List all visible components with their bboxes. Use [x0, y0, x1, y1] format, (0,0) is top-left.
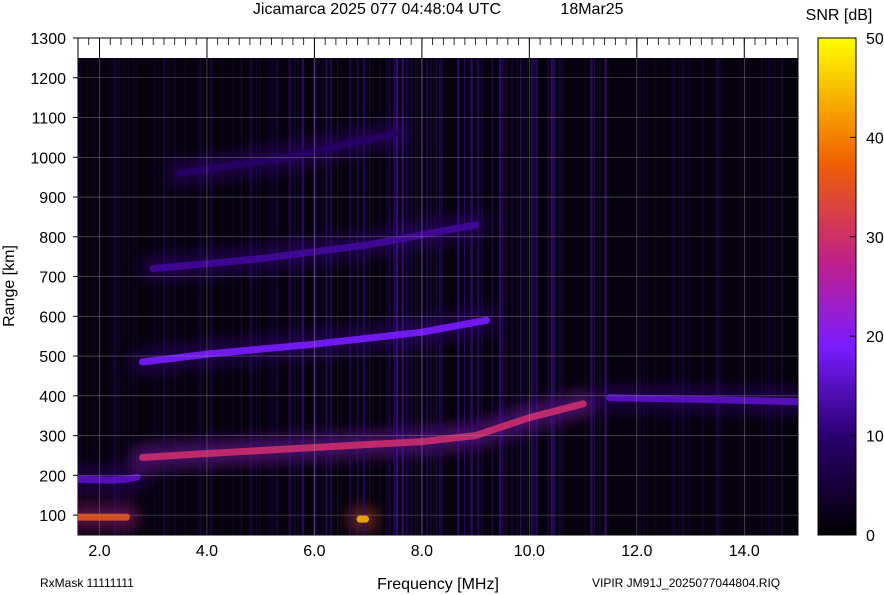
- colorbar-tick-label: 0: [866, 528, 875, 545]
- y-axis-label: Range [km]: [1, 245, 18, 327]
- x-tick-label: 14.0: [729, 543, 760, 560]
- y-tick-label: 700: [39, 270, 66, 287]
- x-tick-label: 10.0: [514, 543, 545, 560]
- y-tick-label: 1300: [30, 31, 66, 48]
- ionogram-chart: 2.0 4.0 6.0 8.0 10.0 12.0 14.0 100200300400500…: [1, 1, 884, 593]
- colorbar-label: SNR [dB]: [806, 7, 873, 24]
- x-tick-label: 8.0: [411, 543, 433, 560]
- riq-filename: VIPIR JM91J_2025077044804.RIQ: [592, 576, 780, 590]
- x-tick-label: 12.0: [621, 543, 652, 560]
- y-tick-label: 1100: [32, 111, 67, 128]
- chart-date: 18Mar25: [560, 1, 623, 18]
- y-tick-label: 200: [39, 468, 66, 485]
- y-axis: 100 200 300 400 500 600 700 800 900 1000 1100 1200 1…: [30, 31, 78, 525]
- y-tick-label: 600: [39, 309, 66, 326]
- colorbar-tick-label: 30: [866, 230, 884, 247]
- y-tick-label: 400: [39, 389, 66, 406]
- y-tick-label: 800: [39, 230, 66, 247]
- colorbar-tick-label: 20: [866, 329, 884, 346]
- x-tick-label: 6.0: [303, 543, 325, 560]
- echo-trace: [606, 394, 798, 406]
- colorbar: [817, 37, 857, 536]
- y-tick-label: 900: [39, 190, 66, 207]
- y-tick-label: 1000: [30, 150, 66, 167]
- x-tick-label: 4.0: [196, 543, 218, 560]
- colorbar-tick-label: 10: [866, 429, 884, 446]
- x-tick-label: 2.0: [88, 543, 110, 560]
- echo-trace: [78, 473, 141, 484]
- y-tick-label: 500: [39, 349, 66, 366]
- chart-title: Jicamarca 2025 077 04:48:04 UTC: [253, 1, 501, 18]
- y-tick-label: 1200: [30, 71, 66, 88]
- colorbar-tick-label: 50: [866, 31, 884, 48]
- rxmask-label: RxMask 11111111: [40, 576, 134, 590]
- y-tick-label: 100: [39, 508, 66, 525]
- y-tick-label: 300: [39, 429, 66, 446]
- x-axis-label: Frequency [MHz]: [377, 576, 499, 593]
- colorbar-tick-label: 40: [866, 130, 884, 147]
